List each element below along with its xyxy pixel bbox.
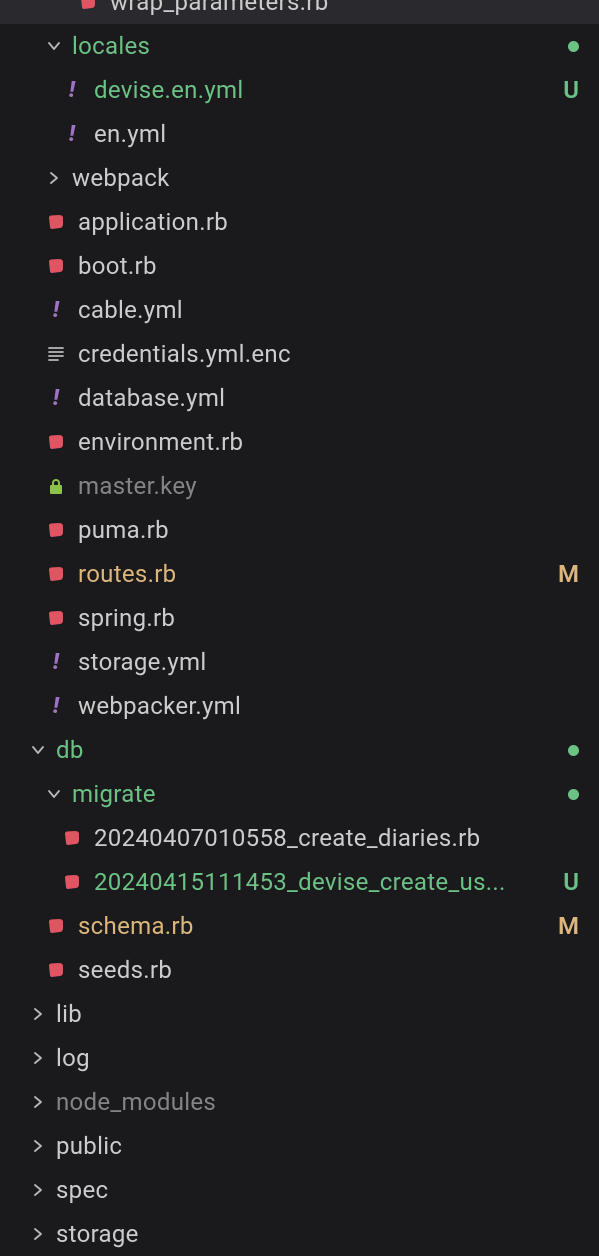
- ruby-icon: [44, 254, 68, 278]
- file-name: storage.yml: [78, 648, 579, 676]
- file-name: database.yml: [78, 384, 579, 412]
- folder-item[interactable]: migrate: [0, 772, 599, 816]
- file-item[interactable]: 20240407010558_create_diaries.rb: [0, 816, 599, 860]
- file-name: credentials.yml.enc: [78, 340, 579, 368]
- folder-name: db: [56, 736, 560, 764]
- ruby-icon: [44, 518, 68, 542]
- chevron-down-icon[interactable]: [44, 36, 64, 56]
- git-status-badge: U: [563, 76, 579, 104]
- folder-item[interactable]: node_modules: [0, 1080, 599, 1124]
- file-item[interactable]: webpacker.yml: [0, 684, 599, 728]
- file-item[interactable]: master.key: [0, 464, 599, 508]
- folder-name: node_modules: [56, 1088, 579, 1116]
- file-name: spring.rb: [78, 604, 579, 632]
- file-name: en.yml: [94, 120, 579, 148]
- ruby-icon: [44, 958, 68, 982]
- ruby-icon: [76, 0, 100, 14]
- folder-name: lib: [56, 1000, 579, 1028]
- lock-icon: [44, 474, 68, 498]
- file-item[interactable]: devise.en.yml U: [0, 68, 599, 112]
- folder-name: spec: [56, 1176, 579, 1204]
- yml-icon: [44, 694, 68, 718]
- folder-item[interactable]: db: [0, 728, 599, 772]
- file-item[interactable]: 20240415111453_devise_create_us... U: [0, 860, 599, 904]
- file-name: devise.en.yml: [94, 76, 555, 104]
- ruby-icon: [44, 562, 68, 586]
- file-item[interactable]: en.yml: [0, 112, 599, 156]
- file-name: puma.rb: [78, 516, 579, 544]
- ruby-icon: [44, 606, 68, 630]
- ruby-icon: [60, 826, 84, 850]
- folder-name: log: [56, 1044, 579, 1072]
- file-item[interactable]: puma.rb: [0, 508, 599, 552]
- file-item[interactable]: environment.rb: [0, 420, 599, 464]
- folder-name: webpack: [72, 164, 579, 192]
- yml-icon: [44, 386, 68, 410]
- git-status-badge: U: [563, 868, 579, 896]
- chevron-down-icon[interactable]: [28, 740, 48, 760]
- git-status-dot: [568, 789, 579, 800]
- yml-icon: [44, 650, 68, 674]
- yml-icon: [44, 298, 68, 322]
- chevron-down-icon[interactable]: [44, 784, 64, 804]
- folder-name: locales: [72, 32, 560, 60]
- file-name: master.key: [78, 472, 579, 500]
- folder-item[interactable]: spec: [0, 1168, 599, 1212]
- folder-name: public: [56, 1132, 579, 1160]
- file-explorer-tree: wrap_parameters.rblocales devise.en.yml Ue…: [0, 0, 599, 1256]
- file-item[interactable]: database.yml: [0, 376, 599, 420]
- file-name: wrap_parameters.rb: [110, 0, 579, 16]
- ruby-icon: [44, 210, 68, 234]
- file-name: environment.rb: [78, 428, 579, 456]
- file-name: routes.rb: [78, 560, 550, 588]
- file-item[interactable]: routes.rb M: [0, 552, 599, 596]
- folder-item[interactable]: public: [0, 1124, 599, 1168]
- file-name: cable.yml: [78, 296, 579, 324]
- file-name: webpacker.yml: [78, 692, 579, 720]
- file-name: 20240415111453_devise_create_us...: [94, 868, 555, 896]
- folder-name: storage: [56, 1220, 579, 1248]
- folder-name: migrate: [72, 780, 560, 808]
- file-item[interactable]: boot.rb: [0, 244, 599, 288]
- file-item[interactable]: seeds.rb: [0, 948, 599, 992]
- file-name: schema.rb: [78, 912, 550, 940]
- file-item[interactable]: wrap_parameters.rb: [0, 0, 599, 24]
- yml-icon: [60, 78, 84, 102]
- git-status-badge: M: [558, 560, 579, 588]
- folder-item[interactable]: log: [0, 1036, 599, 1080]
- file-item[interactable]: storage.yml: [0, 640, 599, 684]
- file-name: application.rb: [78, 208, 579, 236]
- file-name: seeds.rb: [78, 956, 579, 984]
- ruby-icon: [44, 430, 68, 454]
- git-status-dot: [568, 745, 579, 756]
- chevron-right-icon[interactable]: [28, 1224, 48, 1244]
- text-file-icon: [44, 342, 68, 366]
- file-item[interactable]: credentials.yml.enc: [0, 332, 599, 376]
- folder-item[interactable]: storage: [0, 1212, 599, 1256]
- folder-item[interactable]: lib: [0, 992, 599, 1036]
- chevron-right-icon[interactable]: [28, 1136, 48, 1156]
- chevron-right-icon[interactable]: [44, 168, 64, 188]
- yml-icon: [60, 122, 84, 146]
- ruby-icon: [44, 914, 68, 938]
- git-status-dot: [568, 41, 579, 52]
- file-item[interactable]: application.rb: [0, 200, 599, 244]
- folder-item[interactable]: locales: [0, 24, 599, 68]
- chevron-right-icon[interactable]: [28, 1180, 48, 1200]
- file-item[interactable]: spring.rb: [0, 596, 599, 640]
- chevron-right-icon[interactable]: [28, 1004, 48, 1024]
- folder-item[interactable]: webpack: [0, 156, 599, 200]
- git-status-badge: M: [558, 912, 579, 940]
- ruby-icon: [60, 870, 84, 894]
- file-name: boot.rb: [78, 252, 579, 280]
- file-item[interactable]: schema.rb M: [0, 904, 599, 948]
- chevron-right-icon[interactable]: [28, 1092, 48, 1112]
- chevron-right-icon[interactable]: [28, 1048, 48, 1068]
- file-item[interactable]: cable.yml: [0, 288, 599, 332]
- file-name: 20240407010558_create_diaries.rb: [94, 824, 579, 852]
